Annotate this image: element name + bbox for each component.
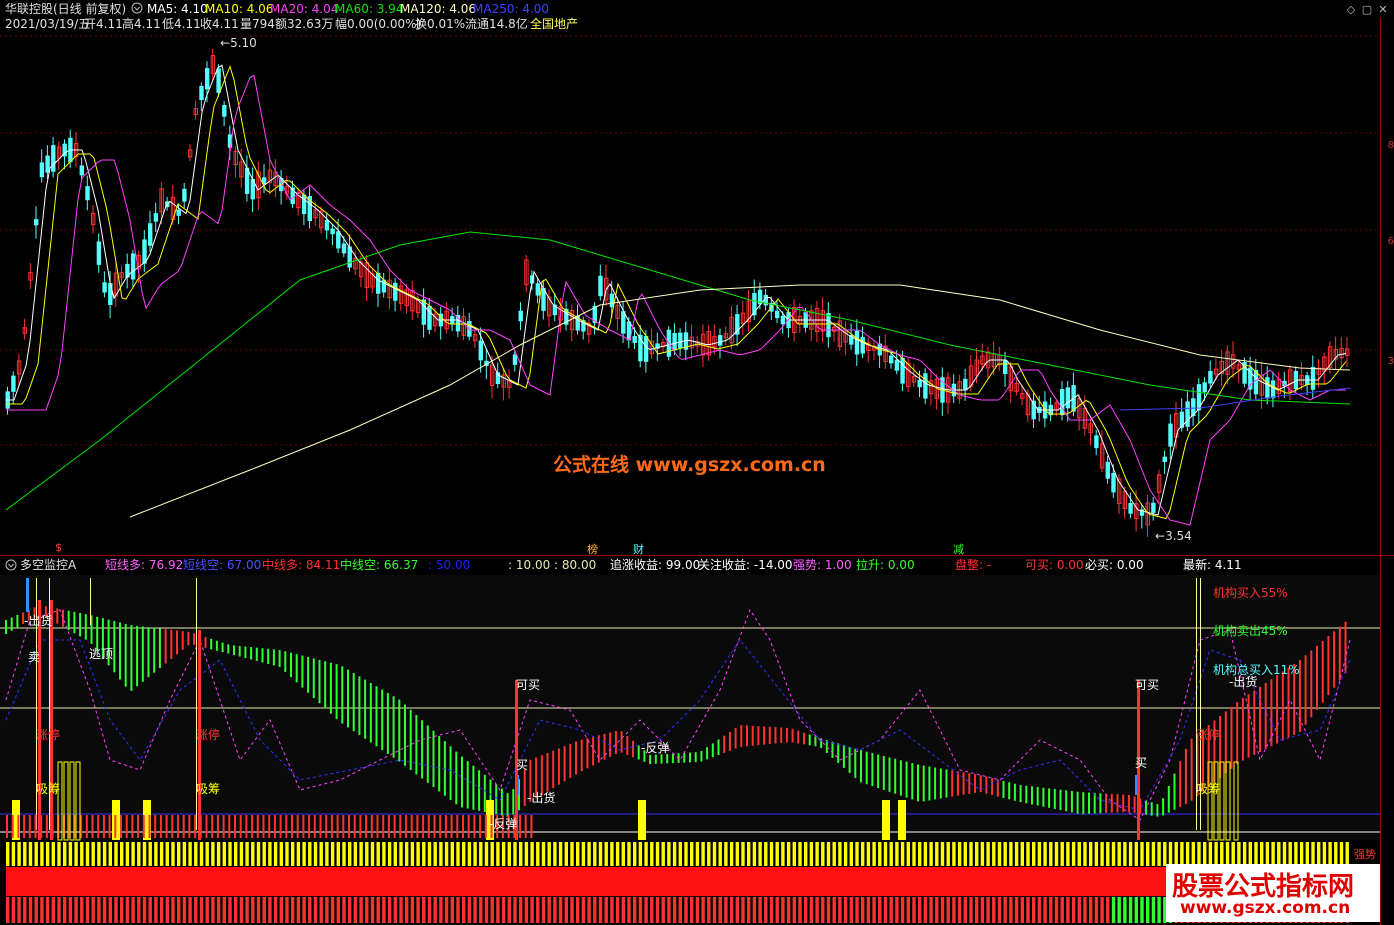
- signal-zhangting-3: 涨停: [1196, 728, 1221, 742]
- signal-fantan-1: -反弹: [641, 741, 670, 755]
- signal-fantan-2: -反弹: [489, 817, 518, 831]
- bar-turnover: 换0.01%: [415, 17, 466, 31]
- indicator-name[interactable]: 多空监控A: [20, 557, 76, 574]
- signal-zhangting-2: 涨停: [196, 728, 221, 742]
- corner-watermark: 股票公式指标网 www.gszx.com.cn: [1166, 864, 1380, 922]
- chase-return: 追涨收益: 99.00: [610, 558, 701, 572]
- diamond-icon[interactable]: ◇: [1345, 4, 1357, 16]
- event-marker-list[interactable]: 榜: [587, 541, 598, 557]
- signal-chuhuo-2: -出货: [527, 791, 556, 805]
- signal-zhangting-1: 涨停: [36, 728, 61, 742]
- consolidate-value: 盘整: -: [955, 558, 992, 572]
- level-10-80: : 10.00 : 80.00: [508, 558, 597, 572]
- bar-change: 幅0.00(0.00%): [335, 17, 422, 31]
- axis-label-2: 6: [1387, 236, 1394, 247]
- bar-close: 收4.11: [200, 17, 239, 31]
- signal-xichou-3: 吸筹: [1196, 782, 1221, 796]
- sector-link[interactable]: 全国地产: [530, 16, 578, 33]
- indicator-header: 多空监控A 短线多: 76.92 短线空: 67.00 中线多: 84.11 中…: [0, 557, 1380, 574]
- mid-long-value: 中线多: 84.11: [262, 558, 341, 572]
- bar-amount: 额32.63万: [275, 17, 334, 31]
- bar-open: 开4.11: [84, 17, 123, 31]
- axis-label-1: 8: [1387, 140, 1394, 151]
- event-marker-dollar[interactable]: $: [55, 541, 62, 554]
- settings-circle-icon[interactable]: [131, 2, 143, 14]
- signal-taoding: 逃顶: [89, 647, 114, 661]
- event-marker-finance[interactable]: 财: [633, 541, 644, 557]
- bar-low: 低4.11: [162, 17, 201, 31]
- low-price-label: ←3.54: [1155, 529, 1192, 543]
- signal-kemai-1: 可买: [516, 678, 541, 692]
- watch-return: 关注收益: -14.00: [698, 558, 793, 572]
- signal-kemai-2: 可买: [1135, 678, 1160, 692]
- signal-chuhuo-3: -出货: [1229, 675, 1258, 689]
- event-marker-reduce[interactable]: 减: [953, 541, 964, 557]
- signal-buy-1: 买: [516, 758, 529, 772]
- bar-high: 高4.11: [122, 17, 161, 31]
- corner-watermark-url: www.gszx.com.cn: [1180, 898, 1351, 918]
- signal-mai: 卖: [28, 650, 41, 664]
- must-buy-value: 必买: 0.00: [1085, 558, 1144, 572]
- can-buy-value: 可买: 0.00: [1025, 558, 1084, 572]
- indicator-menu-icon[interactable]: [5, 559, 17, 571]
- bar-float: 流通14.8亿: [465, 17, 528, 31]
- axis-label-3: 3: [1387, 356, 1394, 367]
- high-price-label: ←5.10: [220, 36, 257, 50]
- short-short-value: 短线空: 67.00: [183, 558, 262, 572]
- pull-value: 拉升: 0.00: [856, 558, 915, 572]
- bar-date: 2021/03/19/五: [5, 17, 91, 31]
- level-50: : 50.00: [428, 558, 471, 572]
- signal-chuhuo-1: -出货: [24, 614, 53, 628]
- strength-value: 强势: 1.00: [793, 558, 852, 572]
- short-long-value: 短线多: 76.92: [105, 558, 184, 572]
- strong-label: 强势: [1354, 848, 1376, 861]
- restore-icon[interactable]: ▢: [1361, 4, 1373, 16]
- center-watermark: 公式在线 www.gszx.com.cn: [553, 454, 826, 476]
- bar-volume: 量794: [240, 17, 275, 31]
- latest-value: 最新: 4.11: [1183, 558, 1242, 572]
- signal-xichou-1: 吸筹: [36, 782, 61, 796]
- signal-xichou-2: 吸筹: [196, 782, 221, 796]
- inst-buy-label: 机构买入55%: [1213, 586, 1288, 600]
- inst-sell-label: 机构卖出45%: [1213, 624, 1288, 638]
- strength-strip: [6, 842, 1352, 923]
- signal-buy-2: 买: [1135, 756, 1148, 770]
- mid-short-value: 中线空: 66.37: [340, 558, 419, 572]
- close-icon[interactable]: ✕: [1377, 4, 1389, 16]
